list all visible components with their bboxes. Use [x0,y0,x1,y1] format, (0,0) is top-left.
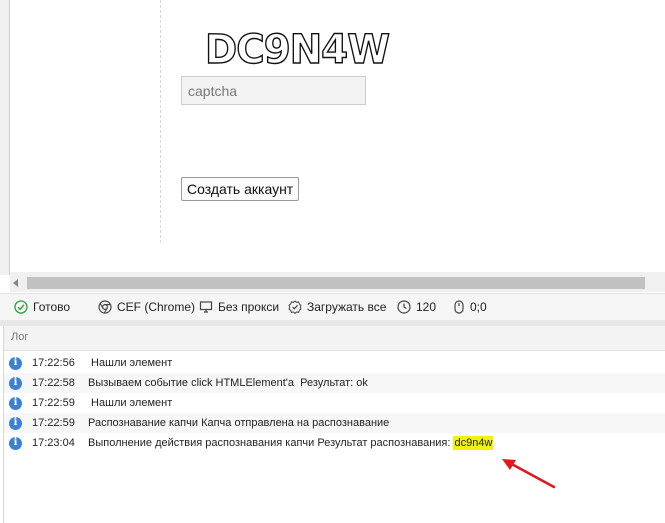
scrollbar-corner [645,275,665,292]
status-proxy[interactable]: Без прокси [199,294,279,320]
status-engine-label: CEF (Chrome) [117,300,196,314]
mouse-icon [454,300,464,314]
captcha-input[interactable] [181,76,366,105]
info-icon: i [9,356,22,370]
captcha-result-highlight: dc9n4w [453,436,494,450]
chrome-icon [98,300,112,314]
page-divider [160,0,161,243]
log-header: Лог [4,326,665,351]
status-load-all[interactable]: Загружать все [288,294,386,320]
status-cursor-label: 0;0 [470,300,487,314]
status-timeout-label: 120 [416,300,437,314]
log-row[interactable]: i 17:22:59 Нашли элемент [4,393,665,413]
log-message: Вызываем событие click HTMLElement'a Рез… [88,377,368,389]
log-message-text: Выполнение действия распознавания капчи … [88,437,454,449]
status-ready-label: Готово [33,300,71,314]
browser-left-edge [0,0,10,275]
browser-viewport: DC9N4W Создать аккаунт [10,0,665,272]
log-row[interactable]: i 17:22:59 Распознавание капчи Капча отп… [4,413,665,433]
check-circle-icon [14,300,28,314]
status-bar: Готово CEF (Chrome) Без прокси Загружать… [0,293,665,320]
scroll-left-arrow-icon[interactable] [13,279,18,287]
log-row[interactable]: i 17:22:56 Нашли элемент [4,353,665,373]
log-panel: Лог i 17:22:56 Нашли элемент i 17:22:58 … [3,326,665,523]
info-icon: i [9,396,22,410]
log-time: 17:23:04 [32,437,75,449]
log-row[interactable]: i 17:22:58 Вызываем событие click HTMLEl… [4,373,665,393]
log-time: 17:22:59 [32,417,75,429]
info-icon: i [9,436,22,450]
red-arrow-icon [502,459,556,489]
create-account-button[interactable]: Создать аккаунт [181,177,300,201]
status-timeout[interactable]: 120 [397,294,436,320]
info-icon: i [9,376,22,390]
status-proxy-label: Без прокси [218,300,280,314]
status-engine[interactable]: CEF (Chrome) [98,294,195,320]
log-row[interactable]: i 17:23:04 Выполнение действия распознав… [4,433,665,453]
browser-area: DC9N4W Создать аккаунт [0,0,665,275]
captcha-text: DC9N4W [205,27,389,71]
log-title: Лог [11,331,29,343]
horizontal-scrollbar[interactable] [10,275,665,292]
clock-icon [397,300,411,314]
log-time: 17:22:56 [32,357,75,369]
log-time: 17:22:59 [32,397,75,409]
status-load-all-label: Загружать все [307,300,387,314]
log-message: Выполнение действия распознавания капчи … [88,436,494,450]
log-message: Распознавание капчи Капча отправлена на … [88,417,390,429]
log-message: Нашли элемент [88,397,173,409]
status-cursor: 0;0 [453,294,487,320]
log-message: Нашли элемент [88,357,173,369]
captcha-image: DC9N4W [204,26,390,71]
info-icon: i [9,416,22,430]
status-ready: Готово [14,294,70,320]
monitor-icon [199,301,213,313]
log-time: 17:22:58 [32,377,75,389]
check-badge-icon [288,300,302,314]
scrollbar-thumb[interactable] [27,277,654,289]
